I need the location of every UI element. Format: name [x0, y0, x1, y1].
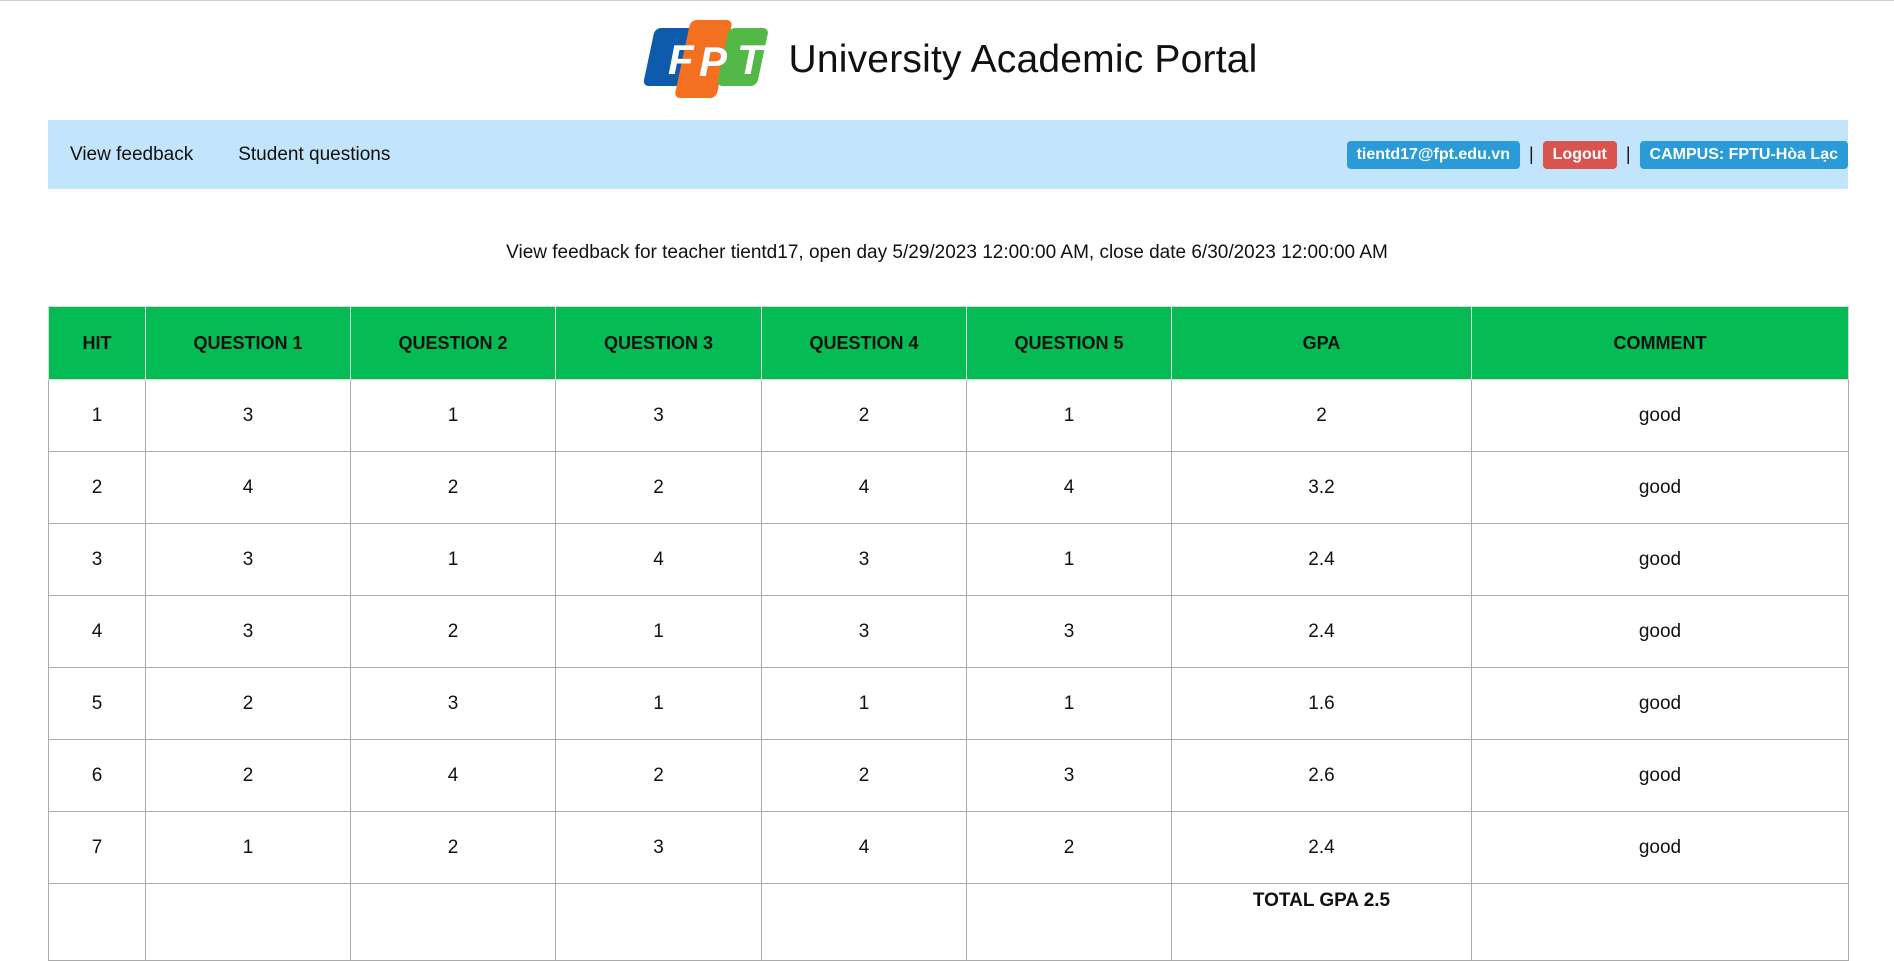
cell-question-2: 2 — [350, 595, 556, 668]
cell-question-5: 3 — [966, 739, 1172, 812]
column-header-hit: HIT — [48, 306, 146, 380]
cell-hit: 2 — [48, 451, 146, 524]
cell-gpa: 1.6 — [1171, 667, 1472, 740]
column-header-question-2: QUESTION 2 — [350, 306, 556, 380]
cell-question-5: 3 — [966, 595, 1172, 668]
nav-student-questions[interactable]: Student questions — [238, 144, 390, 166]
cell-comment: good — [1471, 739, 1849, 812]
cell-question-2: 1 — [350, 523, 556, 596]
column-header-question-5: QUESTION 5 — [966, 306, 1172, 380]
cell-comment: good — [1471, 523, 1849, 596]
navbar: View feedback Student questions tientd17… — [48, 120, 1848, 189]
table-row: 6 2 4 2 2 3 2.6 good — [48, 739, 1849, 812]
cell-question-2: 2 — [350, 451, 556, 524]
cell-question-1: 4 — [145, 451, 351, 524]
cell-question-5: 2 — [966, 811, 1172, 884]
cell-gpa: 2.4 — [1171, 811, 1472, 884]
cell-hit: 7 — [48, 811, 146, 884]
cell-question-4: 1 — [761, 667, 967, 740]
table-row: 4 3 2 1 3 3 2.4 good — [48, 595, 1849, 668]
cell-question-4: 2 — [761, 379, 967, 452]
column-header-comment: COMMENT — [1471, 306, 1849, 380]
table-header-row: HIT QUESTION 1 QUESTION 2 QUESTION 3 QUE… — [48, 306, 1849, 380]
cell-hit: 1 — [48, 379, 146, 452]
total-gpa: TOTAL GPA 2.5 — [1171, 883, 1472, 961]
cell-question-2: 1 — [350, 379, 556, 452]
cell-question-4: 4 — [761, 451, 967, 524]
cell-gpa: 2.4 — [1171, 523, 1472, 596]
separator: | — [1528, 144, 1534, 164]
nav-links: View feedback Student questions — [48, 144, 435, 166]
campus-badge[interactable]: CAMPUS: FPTU-Hòa Lạc — [1639, 140, 1848, 169]
cell-comment: good — [1471, 811, 1849, 884]
logout-button[interactable]: Logout — [1542, 140, 1617, 169]
cell-question-5: 1 — [966, 379, 1172, 452]
cell-question-1: 1 — [145, 811, 351, 884]
cell-question-1: 3 — [145, 379, 351, 452]
column-header-gpa: GPA — [1171, 306, 1472, 380]
table-row: 1 3 1 3 2 1 2 good — [48, 379, 1849, 452]
user-email-badge[interactable]: tientd17@fpt.edu.vn — [1346, 140, 1520, 169]
cell-hit: 6 — [48, 739, 146, 812]
logo-letter-f: F — [668, 36, 695, 83]
cell-question-2: 2 — [350, 811, 556, 884]
cell-question-5: 1 — [966, 667, 1172, 740]
cell-question-4: 4 — [761, 811, 967, 884]
cell-question-1: 2 — [145, 739, 351, 812]
top-border — [0, 0, 1894, 1]
cell-comment: good — [1471, 451, 1849, 524]
cell-comment: good — [1471, 379, 1849, 452]
cell-question-5: 4 — [966, 451, 1172, 524]
cell-question-1: 3 — [145, 595, 351, 668]
cell-comment: good — [1471, 667, 1849, 740]
cell-gpa: 2.6 — [1171, 739, 1472, 812]
cell-hit: 4 — [48, 595, 146, 668]
site-title: University Academic Portal — [788, 38, 1258, 81]
cell-question-3: 2 — [555, 739, 762, 812]
cell-question-5: 1 — [966, 523, 1172, 596]
table-body: 1 3 1 3 2 1 2 good 2 4 2 2 4 4 3.2 good … — [48, 379, 1849, 961]
cell-gpa: 3.2 — [1171, 451, 1472, 524]
cell-comment: good — [1471, 595, 1849, 668]
column-header-question-3: QUESTION 3 — [555, 306, 762, 380]
separator: | — [1625, 144, 1631, 164]
cell-question-3: 1 — [555, 667, 762, 740]
cell-question-3: 4 — [555, 523, 762, 596]
cell-question-2: 3 — [350, 667, 556, 740]
cell-question-1: 3 — [145, 523, 351, 596]
cell-question-4: 3 — [761, 523, 967, 596]
cell-question-4: 3 — [761, 595, 967, 668]
logo-letter-p: P — [699, 38, 728, 85]
fpt-logo: F P T — [644, 20, 769, 98]
table-row: 3 3 1 4 3 1 2.4 good — [48, 523, 1849, 596]
nav-view-feedback[interactable]: View feedback — [70, 144, 193, 166]
table-row: 2 4 2 2 4 4 3.2 good — [48, 451, 1849, 524]
cell-question-4: 2 — [761, 739, 967, 812]
table-row: 7 1 2 3 4 2 2.4 good — [48, 811, 1849, 884]
cell-question-3: 3 — [555, 379, 762, 452]
cell-gpa: 2.4 — [1171, 595, 1472, 668]
cell-question-2: 4 — [350, 739, 556, 812]
cell-question-3: 3 — [555, 811, 762, 884]
feedback-description: View feedback for teacher tientd17, open… — [506, 242, 1388, 263]
cell-question-1: 2 — [145, 667, 351, 740]
cell-question-3: 1 — [555, 595, 762, 668]
page-header: F P T University Academic Portal — [0, 10, 1894, 110]
feedback-table: HIT QUESTION 1 QUESTION 2 QUESTION 3 QUE… — [48, 306, 1849, 961]
table-row: 5 2 3 1 1 1 1.6 good — [48, 667, 1849, 740]
logo-letter-t: T — [737, 36, 766, 83]
total-row: TOTAL GPA 2.5 — [48, 883, 1849, 961]
cell-gpa: 2 — [1171, 379, 1472, 452]
cell-hit: 3 — [48, 523, 146, 596]
column-header-question-1: QUESTION 1 — [145, 306, 351, 380]
nav-user-area: tientd17@fpt.edu.vn | Logout | CAMPUS: F… — [1346, 140, 1848, 169]
cell-hit: 5 — [48, 667, 146, 740]
cell-question-3: 2 — [555, 451, 762, 524]
column-header-question-4: QUESTION 4 — [761, 306, 967, 380]
